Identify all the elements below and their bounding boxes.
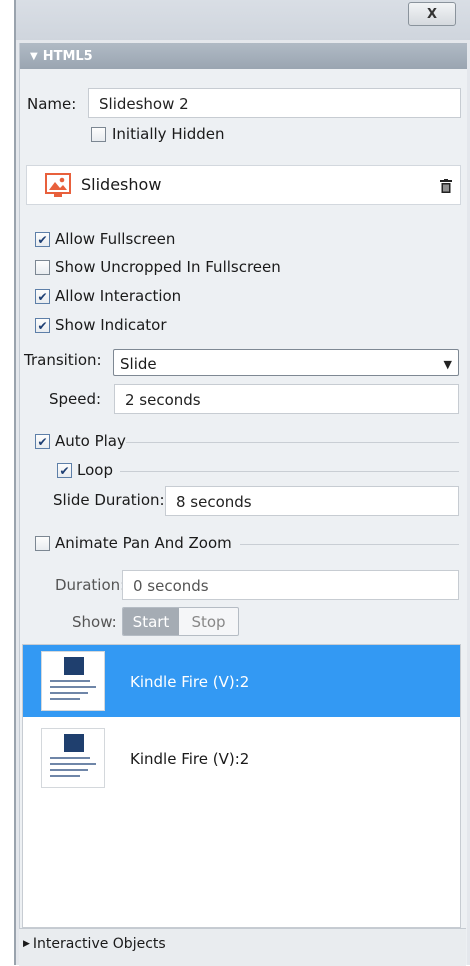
show-indicator-label: Show Indicator [55,316,167,334]
allow-interaction-label: Allow Interaction [55,287,182,305]
window-titlebar: X [16,0,470,40]
allow-interaction-checkbox[interactable] [35,289,50,304]
show-uncropped-checkbox[interactable] [35,260,50,275]
animate-pan-zoom-checkbox[interactable] [35,536,50,551]
thumbnail-text [50,686,96,688]
transition-label: Transition: [24,351,102,369]
component-card: Slideshow [26,165,461,205]
slide-name: Kindle Fire (V):2 [130,673,250,691]
footer-label: Interactive Objects [32,936,166,952]
section-title: HTML5 [42,48,93,64]
thumbnail-text [50,769,88,771]
thumbnail-text [50,757,90,759]
thumbnail-text [50,698,80,700]
slide-duration-label: Slide Duration: [53,491,165,509]
initially-hidden-checkbox[interactable] [91,127,106,142]
name-label: Name: [27,95,77,113]
thumbnail-image [64,734,84,752]
loop-label: Loop [77,461,113,479]
speed-label: Speed: [49,390,102,408]
interactive-objects-section[interactable]: ▶ Interactive Objects [23,936,166,952]
divider [240,544,459,545]
chevron-down-icon: ▼ [443,358,452,371]
allow-fullscreen-checkbox[interactable] [35,232,50,247]
duration-field[interactable]: 0 seconds [122,570,459,600]
component-title: Slideshow [81,175,162,194]
allow-fullscreen-label: Allow Fullscreen [55,230,176,248]
transition-value: Slide [120,355,157,373]
window-edge [14,0,16,965]
thumbnail-image [64,657,84,675]
trash-icon[interactable] [440,179,452,193]
animate-pan-zoom-label: Animate Pan And Zoom [55,534,232,552]
triangle-down-icon: ▼ [30,50,38,62]
slide-duration-field[interactable]: 8 seconds [165,486,459,516]
duration-label: Duration: [55,576,126,594]
auto-play-checkbox[interactable] [35,434,50,449]
thumbnail-text [50,680,90,682]
auto-play-label: Auto Play [55,432,126,450]
show-stop-option[interactable]: Stop [179,608,238,635]
show-indicator-checkbox[interactable] [35,318,50,333]
transition-select[interactable]: Slide ▼ [113,349,459,376]
divider [120,471,459,472]
divider [126,442,459,443]
thumbnail-text [50,763,96,765]
initially-hidden-label: Initially Hidden [112,125,225,143]
show-uncropped-label: Show Uncropped In Fullscreen [55,258,281,276]
name-field[interactable]: Slideshow 2 [88,88,461,118]
close-button[interactable]: X [408,2,456,26]
list-item[interactable]: Kindle Fire (V):2 [23,722,460,794]
loop-checkbox[interactable] [57,463,72,478]
slide-thumbnail [41,651,105,711]
slide-name: Kindle Fire (V):2 [130,750,250,768]
thumbnail-text [50,775,80,777]
show-segmented-control: Start Stop [122,607,239,636]
speed-field[interactable]: 2 seconds [114,384,459,414]
show-label: Show: [72,613,117,631]
close-icon: X [426,6,438,22]
show-start-option[interactable]: Start [123,608,179,635]
slides-list: Kindle Fire (V):2 Kindle Fire (V):2 [22,644,461,928]
section-header-html5[interactable]: ▼ HTML5 [20,43,467,69]
list-item[interactable]: Kindle Fire (V):2 [23,645,460,717]
thumbnail-text [50,692,88,694]
triangle-right-icon: ▶ [23,939,30,949]
slide-thumbnail [41,728,105,788]
html5-panel: ▼ HTML5 Name: Slideshow 2 Initially Hidd… [19,43,467,965]
slideshow-icon [45,173,71,197]
